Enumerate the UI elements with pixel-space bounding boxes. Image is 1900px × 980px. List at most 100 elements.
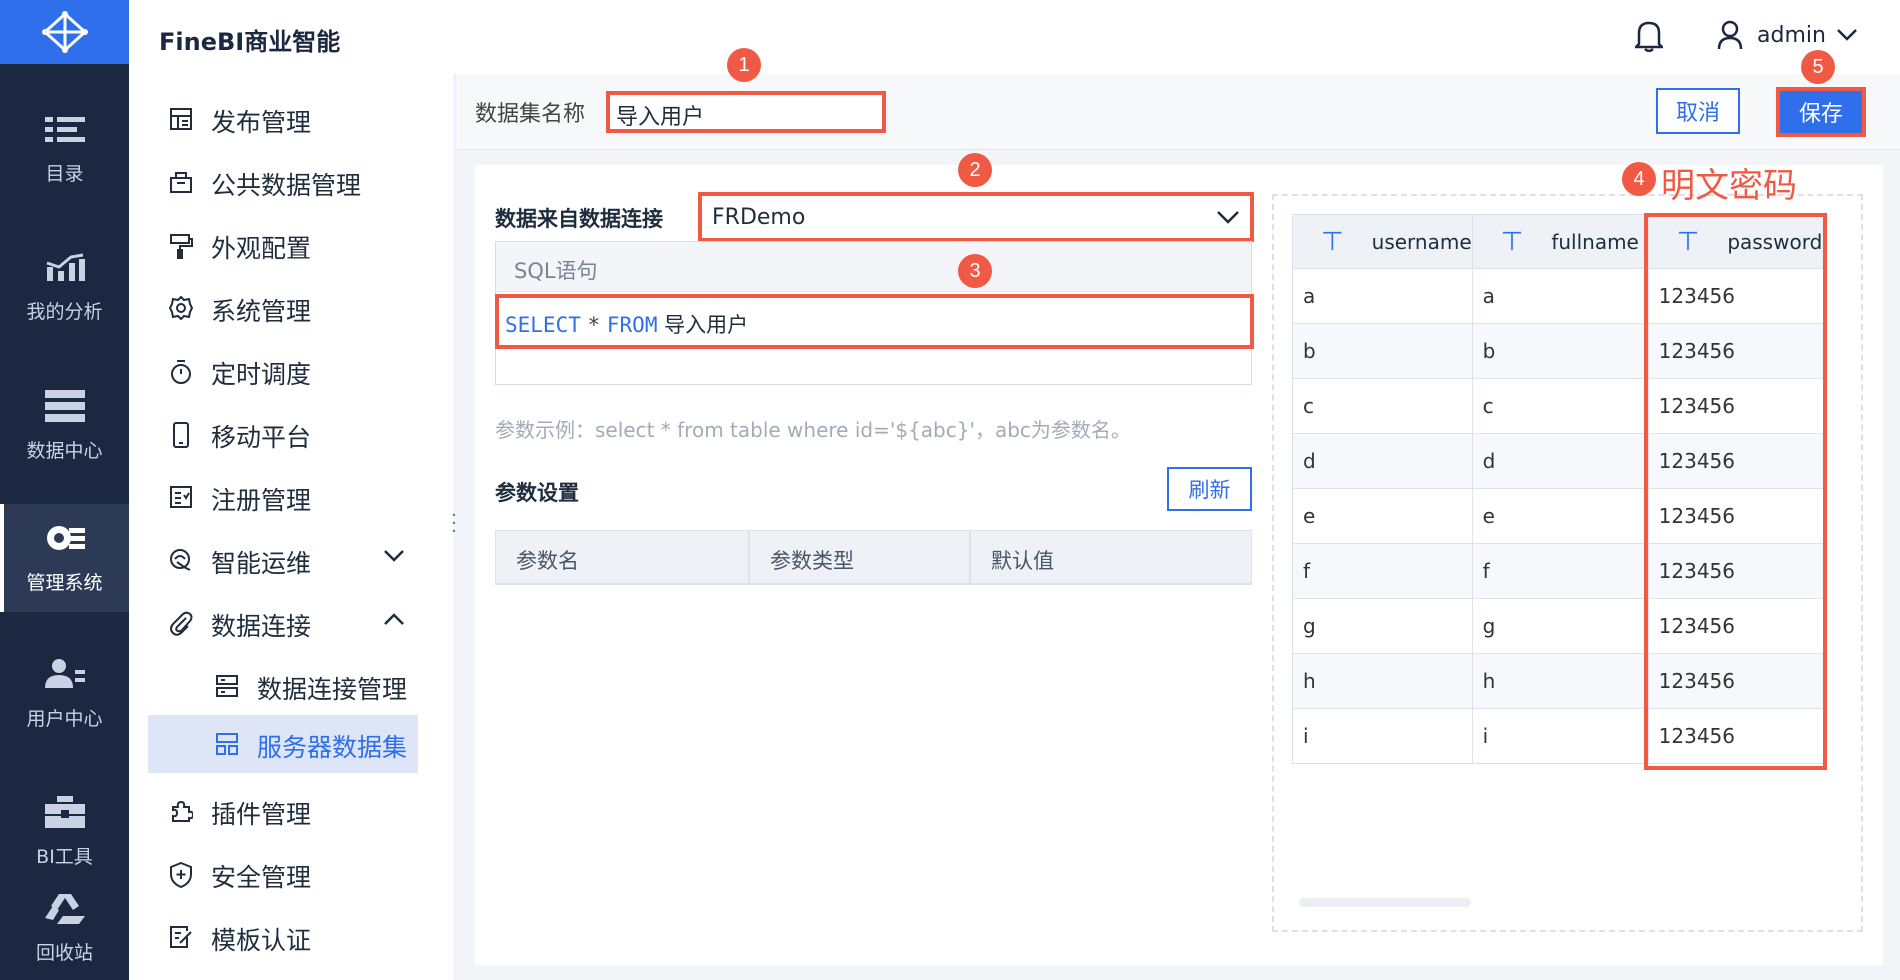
table-cell: 123456 (1647, 433, 1826, 489)
save-button[interactable]: 保存 (1780, 91, 1862, 133)
menu-label: 移动平台 (211, 423, 312, 452)
column-name: password (1727, 229, 1823, 254)
publish-icon (170, 108, 192, 130)
sql-keyword-from: FROM (606, 313, 658, 337)
rail-item-bi-tools[interactable]: BI工具 (0, 778, 129, 886)
refresh-button[interactable]: 刷新 (1167, 467, 1252, 511)
dataset-name-bar: 数据集名称 导入用户 取消 保存 (457, 74, 1900, 150)
menu-item-plugins[interactable]: 插件管理 (129, 782, 455, 838)
cancel-button[interactable]: 取消 (1656, 88, 1740, 134)
dataset-name-label: 数据集名称 (475, 102, 586, 127)
notification-button[interactable] (1632, 20, 1666, 56)
data-center-icon (44, 389, 85, 422)
menu-item-system[interactable]: 系统管理 (129, 279, 455, 335)
chevron-down-icon[interactable] (383, 549, 405, 563)
param-column-header: 默认值 (991, 549, 1054, 573)
data-connection-select[interactable]: FRDemo (698, 192, 1254, 242)
bell-icon (1632, 21, 1666, 53)
sql-header: SQL语句 (496, 242, 1251, 292)
menu-item-server-dataset[interactable]: 服务器数据集 (148, 715, 418, 773)
rail-item-recycle[interactable]: 回收站 (0, 878, 129, 980)
menu-label: 服务器数据集 (257, 733, 408, 762)
table-cell: 123456 (1647, 488, 1826, 544)
column-header-username[interactable]: ⊤ username (1292, 214, 1473, 269)
menu-item-connection-management[interactable]: 数据连接管理 (129, 657, 455, 713)
user-center-icon (44, 658, 85, 688)
menu-item-public-data[interactable]: 公共数据管理 (129, 153, 455, 209)
table-cell: d (1292, 433, 1473, 489)
sql-star: * (587, 313, 601, 337)
app-logo[interactable] (0, 0, 129, 64)
table-cell: i (1471, 708, 1649, 764)
rail-item-data-center[interactable]: 数据中心 (0, 372, 129, 480)
menu-label: 插件管理 (211, 800, 312, 829)
rail-label: 目录 (45, 162, 84, 185)
rail-label: 用户中心 (26, 707, 103, 730)
analysis-icon (46, 253, 85, 281)
menu-item-register[interactable]: 注册管理 (129, 468, 455, 524)
rail-label: 管理系统 (26, 571, 103, 594)
rail-item-management[interactable]: 管理系统 (0, 504, 129, 612)
app-title: FineBI商业智能 (159, 28, 341, 56)
menu-item-security[interactable]: 安全管理 (129, 845, 455, 901)
paperclip-icon (170, 611, 193, 636)
menu-item-schedule[interactable]: 定时调度 (129, 342, 455, 398)
table-cell: g (1471, 598, 1649, 654)
column-header-password[interactable]: ⊤ password (1647, 214, 1826, 269)
step-badge-1: 1 (727, 48, 761, 82)
param-hint: 参数示例：select * from table where id='${abc… (495, 418, 1131, 442)
column-header-fullname[interactable]: ⊤ fullname (1471, 214, 1649, 269)
username: admin (1757, 22, 1826, 48)
step-badge-5: 5 (1801, 50, 1835, 84)
user-menu[interactable]: admin (1717, 20, 1858, 50)
chevron-down-icon (1837, 29, 1857, 41)
menu-item-mobile[interactable]: 移动平台 (129, 405, 455, 461)
timer-icon (171, 360, 191, 384)
plaintext-password-callout: 明文密码 (1661, 166, 1797, 206)
param-table-header: 参数名 参数类型 默认值 (495, 530, 1252, 585)
sql-statement[interactable]: SELECT * FROM 导入用户 (495, 294, 1254, 349)
table-cell: i (1292, 708, 1473, 764)
table-cell: c (1292, 378, 1473, 434)
menu-label: 安全管理 (211, 863, 312, 892)
step-badge-2: 2 (958, 153, 992, 187)
table-row: e e 123456 (1292, 488, 1826, 544)
param-column-header: 参数名 (496, 531, 750, 583)
management-menu: 发布管理 公共数据管理 外观配置 系统管理 定时调度 移动平台 注册管理 智能运… (129, 74, 455, 980)
rail-item-catalog[interactable]: 目录 (0, 96, 129, 204)
table-row: h h 123456 (1292, 653, 1826, 709)
rail-item-user-center[interactable]: 用户中心 (0, 640, 129, 748)
menu-collapse-handle[interactable]: · · · (451, 507, 457, 541)
recycle-icon (44, 893, 85, 924)
rail-label: 数据中心 (26, 439, 103, 462)
menu-item-appearance[interactable]: 外观配置 (129, 216, 455, 272)
server-icon (216, 675, 238, 697)
table-cell: 123456 (1647, 598, 1826, 654)
menu-item-data-connection[interactable]: 数据连接 (129, 594, 455, 650)
table-cell: 123456 (1647, 268, 1826, 324)
data-source-label: 数据来自数据连接 (495, 207, 663, 231)
table-cell: 123456 (1647, 708, 1826, 764)
menu-label: 系统管理 (211, 297, 312, 326)
table-cell: 123456 (1647, 323, 1826, 379)
horizontal-scrollbar[interactable] (1299, 898, 1471, 907)
logo-icon (41, 11, 88, 53)
sql-table-name: 导入用户 (664, 313, 749, 337)
menu-item-template-auth[interactable]: 模板认证 (129, 908, 455, 964)
top-header: FineBI商业智能 admin (129, 0, 1900, 74)
chevron-down-icon (1217, 211, 1239, 224)
chevron-up-icon[interactable] (383, 612, 405, 626)
template-icon (170, 926, 192, 948)
data-connection-value: FRDemo (712, 205, 806, 230)
gear-icon (169, 296, 193, 320)
menu-item-publish[interactable]: 发布管理 (129, 90, 455, 146)
text-type-icon: ⊤ (1500, 226, 1524, 257)
menu-label: 外观配置 (211, 234, 312, 263)
menu-item-ops[interactable]: 智能运维 (129, 531, 455, 587)
menu-label: 定时调度 (211, 360, 312, 389)
table-row: b b 123456 (1292, 323, 1826, 379)
rail-item-analysis[interactable]: 我的分析 (0, 234, 129, 342)
table-cell: a (1471, 268, 1649, 324)
dataset-name-input[interactable]: 导入用户 (606, 91, 886, 133)
menu-label: 数据连接管理 (257, 675, 408, 704)
